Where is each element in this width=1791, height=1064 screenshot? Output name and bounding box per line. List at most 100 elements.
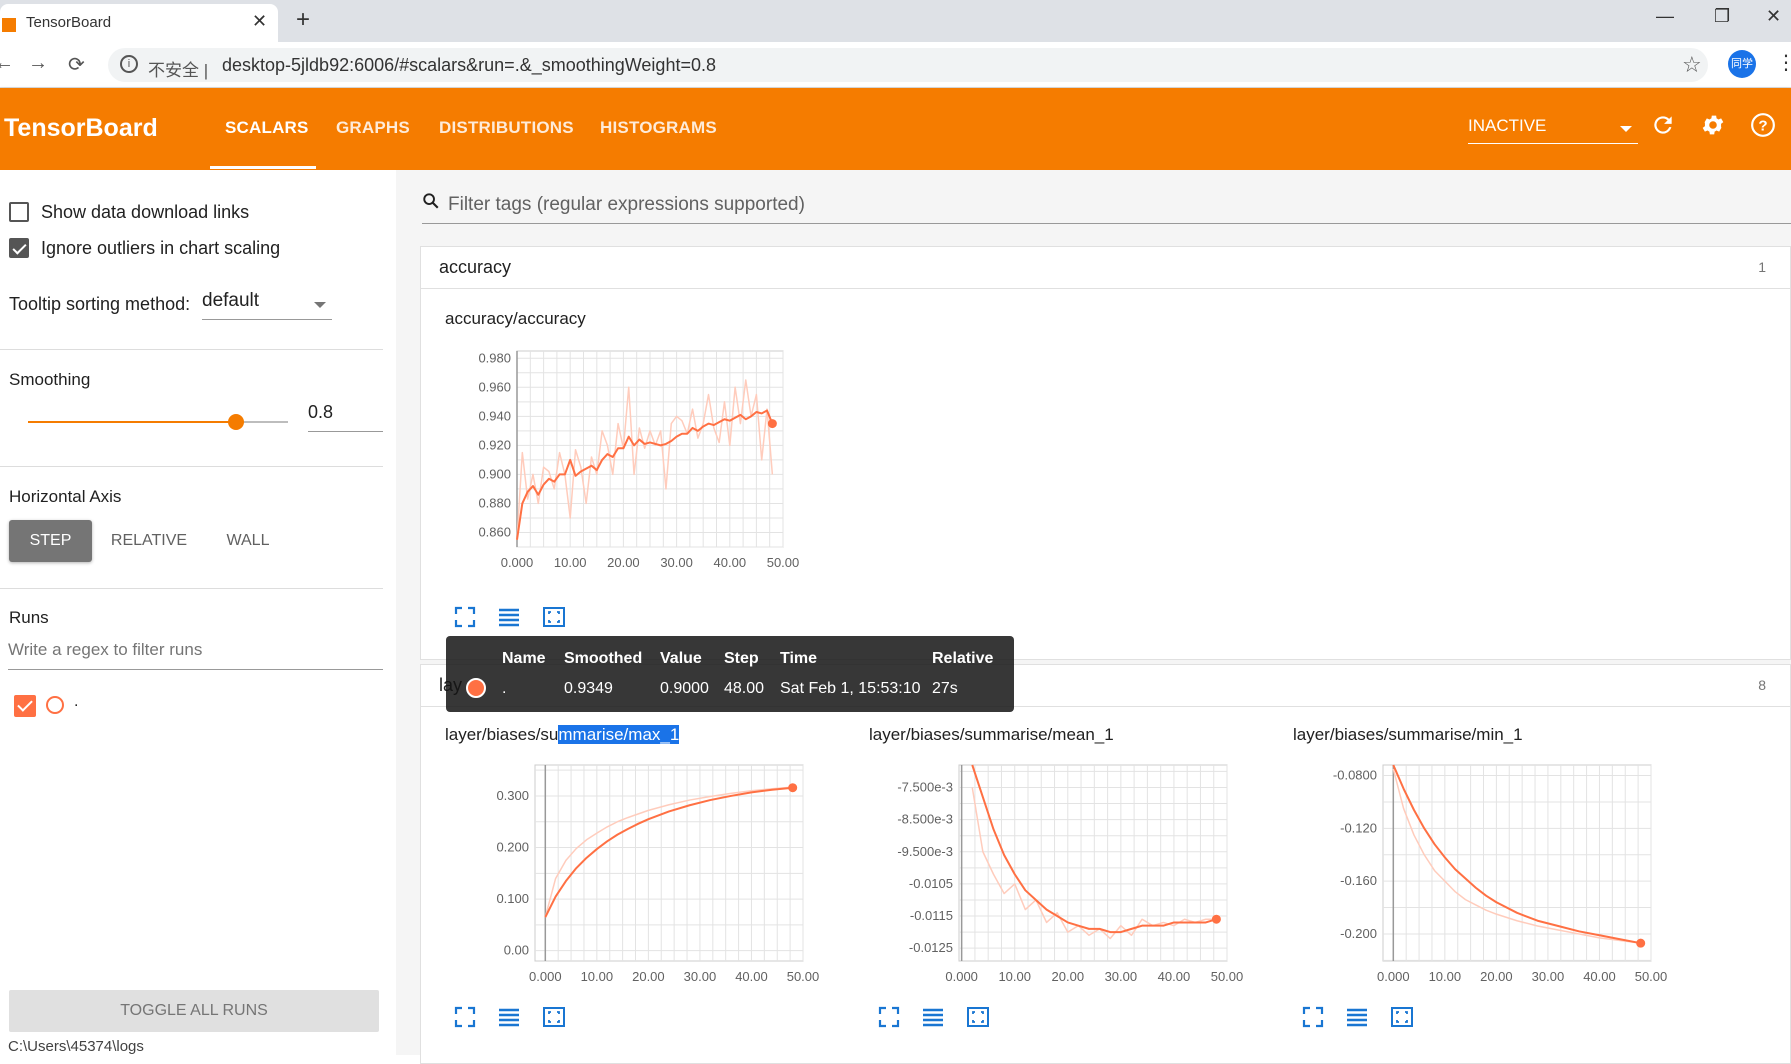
max-chart[interactable]: 0.000 10.00 20.00 30.00 40.00 50.00 0.300 0.200…: [441, 751, 821, 991]
y-tick-label: -0.160: [1340, 873, 1377, 888]
chart-controls: [453, 605, 582, 631]
refresh-icon[interactable]: [1650, 112, 1676, 138]
settings-gear-icon[interactable]: [1700, 112, 1726, 138]
accuracy-chart[interactable]: 0.000 10.00 20.00 30.00 40.00 50.00 0.980 0.960…: [441, 337, 821, 577]
runs-filter-input[interactable]: Write a regex to filter runs: [8, 640, 383, 670]
fit-domain-icon[interactable]: [542, 605, 566, 629]
y-tick-label: -0.0105: [909, 876, 953, 891]
x-tick-label: 30.00: [1105, 969, 1138, 984]
tab-title: TensorBoard: [26, 14, 112, 31]
smoothing-slider-knob[interactable]: [228, 414, 244, 430]
tooltip-cell-relative: 27s: [932, 680, 958, 697]
y-tick-label: -0.200: [1340, 926, 1377, 941]
fullscreen-icon[interactable]: [453, 1005, 477, 1029]
x-tick-label: 40.00: [735, 969, 768, 984]
fullscreen-icon[interactable]: [1301, 1005, 1325, 1029]
tab-histograms[interactable]: HISTOGRAMS: [600, 118, 717, 138]
tag-group-header[interactable]: accuracy 1: [421, 247, 1790, 289]
bookmark-star-icon[interactable]: ☆: [1682, 52, 1702, 78]
plugin-selector-value: INACTIVE: [1468, 116, 1547, 135]
tab-graphs[interactable]: GRAPHS: [336, 118, 410, 138]
chart-controls: [453, 1005, 582, 1031]
smoothing-slider[interactable]: [28, 414, 288, 430]
tooltip-sorting-select[interactable]: default: [202, 290, 332, 320]
y-tick-label: -9.500e-3: [897, 844, 953, 859]
axis-step-button[interactable]: STEP: [9, 520, 92, 562]
y-tick-label: 0.960: [478, 379, 511, 394]
x-tick-label: 50.00: [767, 555, 800, 570]
url-text[interactable]: desktop-5jldb92:6006/#scalars&run=.&_smo…: [222, 55, 716, 76]
tooltip-cell-value: 0.9000: [660, 680, 709, 697]
fit-domain-icon[interactable]: [1390, 1005, 1414, 1029]
toggle-all-runs-button[interactable]: TOGGLE ALL RUNS: [9, 990, 379, 1032]
omnibox[interactable]: i 不安全 | desktop-5jldb92:6006/#scalars&ru…: [108, 48, 1708, 82]
ignore-outliers-checkbox[interactable]: [9, 238, 29, 258]
search-icon: [423, 193, 439, 209]
y-tick-label: 0.200: [496, 840, 529, 855]
tooltip-header-value: Value: [660, 650, 702, 667]
browser-menu-icon[interactable]: ⋮: [1776, 50, 1791, 75]
x-tick-label: 40.00: [1158, 969, 1191, 984]
last-point-marker: [1636, 938, 1646, 948]
toggle-y-log-icon[interactable]: [497, 1005, 521, 1029]
tab-scalars[interactable]: SCALARS: [225, 118, 309, 138]
new-tab-icon[interactable]: +: [296, 6, 310, 34]
forward-icon[interactable]: →: [28, 52, 48, 75]
y-tick-label: 0.100: [496, 891, 529, 906]
minimize-icon[interactable]: —: [1656, 6, 1674, 27]
tooltip-header-step: Step: [724, 650, 759, 667]
fullscreen-icon[interactable]: [453, 605, 477, 629]
runs-label: Runs: [9, 608, 49, 627]
run-color-swatch[interactable]: [46, 696, 64, 714]
chart-title-prefix: layer/biases/su: [445, 725, 559, 744]
show-download-checkbox[interactable]: [9, 202, 29, 222]
fullscreen-icon[interactable]: [877, 1005, 901, 1029]
min-chart[interactable]: 0.000 10.00 20.00 30.00 40.00 50.00 -0.0800 -0.…: [1289, 751, 1669, 991]
toggle-y-log-icon[interactable]: [1345, 1005, 1369, 1029]
y-tick-label: 0.920: [478, 437, 511, 452]
toggle-y-log-icon[interactable]: [921, 1005, 945, 1029]
tensorboard-favicon-icon: [2, 18, 16, 32]
y-tick-label: 0.00: [504, 943, 529, 958]
show-download-label: Show data download links: [41, 202, 250, 222]
tab-close-icon[interactable]: ✕: [252, 11, 267, 32]
toggle-y-log-icon[interactable]: [497, 605, 521, 629]
x-tick-label: 50.00: [1211, 969, 1244, 984]
tag-group-card: lay 8 layer/biases/summarise/max_1 0.000…: [420, 664, 1791, 1064]
x-tick-label: 30.00: [684, 969, 717, 984]
mean-chart[interactable]: 0.000 10.00 20.00 30.00 40.00 50.00 -7.500e-3 -…: [865, 751, 1245, 991]
back-icon[interactable]: ←: [0, 52, 14, 75]
x-tick-label: 20.00: [632, 969, 665, 984]
fit-domain-icon[interactable]: [542, 1005, 566, 1029]
svg-text:?: ?: [1758, 117, 1767, 134]
x-tick-label: 50.00: [787, 969, 820, 984]
tab-distributions[interactable]: DISTRIBUTIONS: [439, 118, 574, 138]
fit-domain-icon[interactable]: [966, 1005, 990, 1029]
reload-icon[interactable]: ⟳: [68, 52, 85, 77]
x-tick-label: 30.00: [1532, 969, 1565, 984]
site-info-icon[interactable]: i: [120, 55, 138, 73]
tag-filter-placeholder: Filter tags (regular expressions support…: [448, 194, 805, 215]
chart-title: layer/biases/summarise/mean_1: [869, 725, 1114, 744]
chart-controls: [877, 1005, 1006, 1031]
window-close-icon[interactable]: ✕: [1766, 6, 1781, 27]
browser-tab[interactable]: TensorBoard ✕: [0, 4, 278, 42]
run-checkbox[interactable]: [14, 695, 36, 717]
restore-icon[interactable]: ❐: [1714, 6, 1730, 27]
y-tick-label: 0.300: [496, 788, 529, 803]
smoothing-input[interactable]: 0.8: [308, 402, 383, 432]
chart-title: layer/biases/summarise/min_1: [1293, 725, 1523, 744]
active-tab-indicator: [210, 166, 316, 169]
last-point-marker: [1211, 914, 1221, 924]
tooltip-sorting-label: Tooltip sorting method:: [9, 294, 191, 314]
help-icon[interactable]: ?: [1750, 112, 1776, 138]
plugin-selector[interactable]: INACTIVE: [1468, 116, 1638, 144]
chart-title: layer/biases/summarise/max_1: [445, 725, 680, 745]
x-tick-label: 10.00: [998, 969, 1031, 984]
axis-relative-button[interactable]: RELATIVE: [106, 520, 192, 562]
tag-filter-input[interactable]: Filter tags (regular expressions support…: [422, 190, 1791, 224]
tag-group-count: 1: [1758, 259, 1766, 275]
axis-wall-button[interactable]: WALL: [210, 520, 286, 562]
tooltip-header-smoothed: Smoothed: [564, 650, 643, 667]
profile-avatar[interactable]: 同学: [1728, 50, 1756, 78]
